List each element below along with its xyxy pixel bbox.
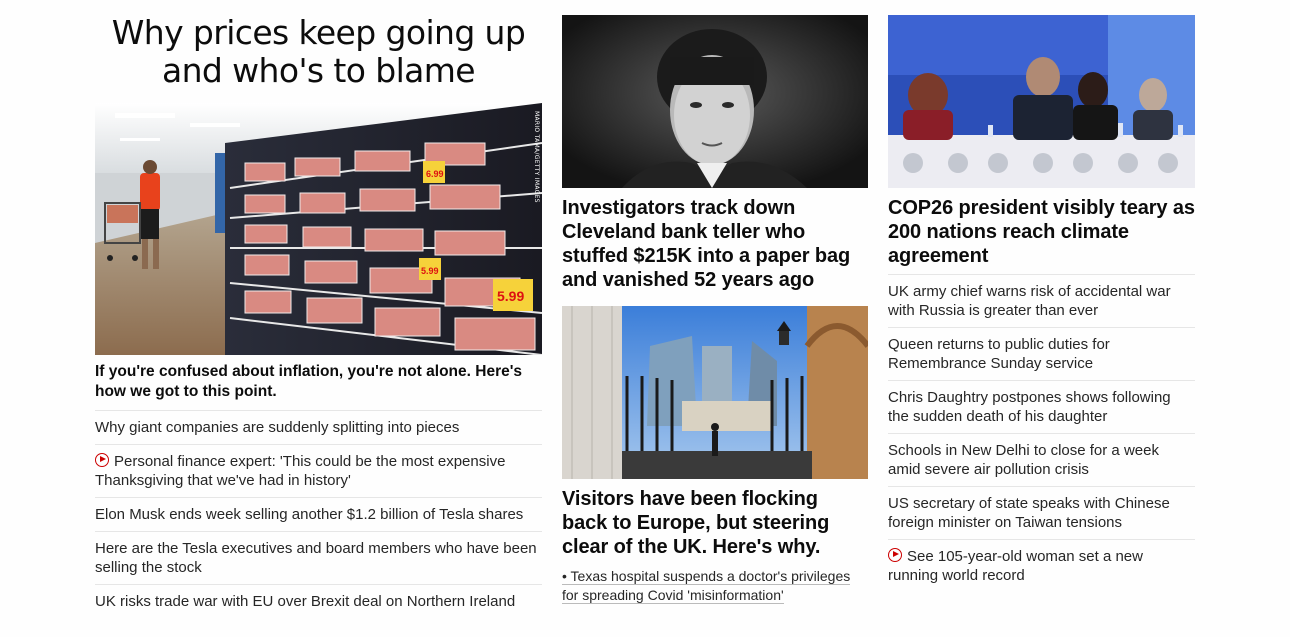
- grocery-aisle-photo[interactable]: 6.99 5.99 5.99 MARIO TAMA/GETTY IMAGES: [95, 103, 542, 355]
- list-item[interactable]: Why giant companies are suddenly splitti…: [95, 411, 542, 445]
- bank-teller-headline[interactable]: Investigators track down Cleveland bank …: [562, 196, 868, 292]
- portrait-illustration: [562, 15, 868, 188]
- texas-hospital-link-text[interactable]: • Texas hospital suspends a doctor's pri…: [562, 568, 851, 604]
- list-item-text[interactable]: Why giant companies are suddenly splitti…: [95, 419, 459, 436]
- list-item[interactable]: Here are the Tesla executives and board …: [95, 532, 542, 585]
- list-item[interactable]: UK risks trade war with EU over Brexit d…: [95, 585, 542, 618]
- europe-travel-headline[interactable]: Visitors have been flocking back to Euro…: [562, 487, 868, 559]
- list-item[interactable]: Queen returns to public duties for Remem…: [888, 328, 1195, 381]
- list-item-text[interactable]: See 105-year-old woman set a new running…: [888, 548, 1143, 584]
- list-item-text[interactable]: Queen returns to public duties for Remem…: [888, 336, 1110, 372]
- cop26-illustration: [888, 15, 1195, 188]
- price-tag-2: 5.99: [421, 266, 439, 276]
- list-item-text[interactable]: UK army chief warns risk of accidental w…: [888, 283, 1171, 319]
- texas-hospital-link[interactable]: • Texas hospital suspends a doctor's pri…: [562, 567, 868, 605]
- hero-headline[interactable]: Why prices keep going up and who's to bl…: [95, 14, 542, 103]
- left-headline-list: Why giant companies are suddenly splitti…: [95, 411, 542, 618]
- right-column: COP26 president visibly teary as 200 nat…: [888, 15, 1195, 592]
- list-item-text[interactable]: Personal finance expert: 'This could be …: [95, 453, 505, 489]
- list-item[interactable]: Schools in New Delhi to close for a week…: [888, 434, 1195, 487]
- price-tag-3: 5.99: [497, 288, 524, 304]
- cop26-headline[interactable]: COP26 president visibly teary as 200 nat…: [888, 196, 1195, 275]
- left-column: Why prices keep going up and who's to bl…: [95, 0, 542, 618]
- list-item[interactable]: Personal finance expert: 'This could be …: [95, 445, 542, 498]
- list-item[interactable]: Chris Daughtry postpones shows following…: [888, 381, 1195, 434]
- list-item-text[interactable]: US secretary of state speaks with Chines…: [888, 495, 1170, 531]
- list-item-text[interactable]: Here are the Tesla executives and board …: [95, 540, 537, 576]
- list-item-text[interactable]: Elon Musk ends week selling another $1.2…: [95, 506, 523, 523]
- grocery-aisle-illustration: 6.99 5.99 5.99: [95, 103, 542, 355]
- list-item[interactable]: US secretary of state speaks with Chines…: [888, 487, 1195, 540]
- middle-column: Investigators track down Cleveland bank …: [562, 15, 868, 605]
- price-tag-1: 6.99: [426, 169, 444, 179]
- london-illustration: [562, 306, 868, 479]
- play-icon: [95, 453, 109, 467]
- list-item[interactable]: See 105-year-old woman set a new running…: [888, 540, 1195, 592]
- list-item-text[interactable]: Chris Daughtry postpones shows following…: [888, 389, 1171, 425]
- list-item[interactable]: UK army chief warns risk of accidental w…: [888, 275, 1195, 328]
- list-item-text[interactable]: Schools in New Delhi to close for a week…: [888, 442, 1159, 478]
- cop26-panel-photo[interactable]: [888, 15, 1195, 188]
- play-icon: [888, 548, 902, 562]
- london-skyline-photo[interactable]: [562, 306, 868, 479]
- bank-teller-portrait-photo[interactable]: [562, 15, 868, 188]
- right-headline-list: UK army chief warns risk of accidental w…: [888, 275, 1195, 592]
- list-item-text[interactable]: UK risks trade war with EU over Brexit d…: [95, 593, 515, 610]
- lead-caption[interactable]: If you're confused about inflation, you'…: [95, 362, 542, 411]
- photo-credit: MARIO TAMA/GETTY IMAGES: [533, 111, 540, 203]
- list-item[interactable]: Elon Musk ends week selling another $1.2…: [95, 498, 542, 532]
